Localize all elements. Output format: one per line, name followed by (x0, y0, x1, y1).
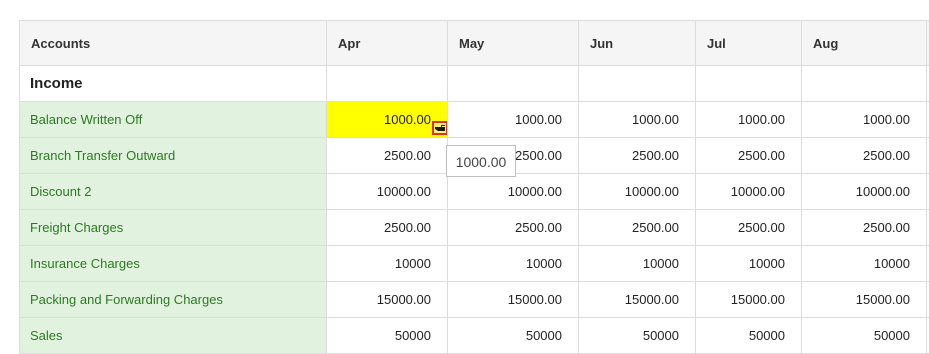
column-header-may[interactable]: May (448, 21, 579, 66)
value-cell[interactable]: 10000 (579, 246, 696, 282)
value-cell[interactable]: 2500.00 (696, 138, 802, 174)
empty-cell (579, 66, 696, 102)
table-row: Insurance Charges 10000 10000 10000 1000… (20, 246, 929, 282)
value-cell[interactable]: 15000.00 (696, 282, 802, 318)
value-cell[interactable]: 10000.00 (327, 174, 448, 210)
value-cell[interactable]: 10000.00 (579, 174, 696, 210)
budget-grid: Accounts Apr May Jun Jul Aug Income Bala… (19, 20, 929, 354)
value-tooltip: 1000.00 (446, 145, 516, 177)
table-row: Balance Written Off 1000.00 1000.00 1000… (20, 102, 929, 138)
value-cell[interactable]: 2500.00 (802, 138, 927, 174)
cell-value: 1000.00 (384, 112, 431, 127)
account-name[interactable]: Packing and Forwarding Charges (20, 282, 327, 318)
value-cell[interactable]: 15000.00 (579, 282, 696, 318)
value-cell[interactable]: 2500.00 (579, 210, 696, 246)
value-cell[interactable]: 2500.00 (327, 138, 448, 174)
pointing-hand-glyph (435, 124, 446, 132)
value-cell[interactable]: 2500.00 (802, 210, 927, 246)
value-cell[interactable]: 50000 (802, 318, 927, 354)
empty-cell (327, 66, 448, 102)
value-cell[interactable]: 1000.00 (696, 102, 802, 138)
column-header-jun[interactable]: Jun (579, 21, 696, 66)
section-label: Income (20, 66, 327, 102)
column-header-apr[interactable]: Apr (327, 21, 448, 66)
account-name[interactable]: Insurance Charges (20, 246, 327, 282)
value-cell[interactable]: 10000.00 (802, 174, 927, 210)
table-row: Sales 50000 50000 50000 50000 50000 (20, 318, 929, 354)
column-header-aug[interactable]: Aug (802, 21, 927, 66)
header-row: Accounts Apr May Jun Jul Aug (20, 21, 929, 66)
account-name[interactable]: Freight Charges (20, 210, 327, 246)
pointing-hand-icon[interactable] (432, 121, 448, 135)
value-cell[interactable]: 10000 (327, 246, 448, 282)
empty-cell (696, 66, 802, 102)
value-cell[interactable]: 10000.00 (448, 174, 579, 210)
value-cell[interactable]: 1000.00 (448, 102, 579, 138)
value-cell[interactable]: 50000 (579, 318, 696, 354)
section-row-income: Income (20, 66, 929, 102)
account-name[interactable]: Branch Transfer Outward (20, 138, 327, 174)
value-cell[interactable]: 15000.00 (327, 282, 448, 318)
value-cell[interactable]: 2500.00 (696, 210, 802, 246)
value-cell[interactable]: 50000 (448, 318, 579, 354)
table-row: Packing and Forwarding Charges 15000.00 … (20, 282, 929, 318)
value-cell[interactable]: 10000 (448, 246, 579, 282)
account-name[interactable]: Sales (20, 318, 327, 354)
value-cell[interactable]: 2500.00 (448, 210, 579, 246)
empty-cell (802, 66, 927, 102)
value-cell-selected[interactable]: 1000.00 (327, 102, 448, 138)
account-name[interactable]: Discount 2 (20, 174, 327, 210)
column-header-jul[interactable]: Jul (696, 21, 802, 66)
value-cell[interactable]: 2500.00 (579, 138, 696, 174)
column-header-accounts[interactable]: Accounts (20, 21, 327, 66)
table-row: Freight Charges 2500.00 2500.00 2500.00 … (20, 210, 929, 246)
value-cell[interactable]: 15000.00 (448, 282, 579, 318)
value-cell[interactable]: 1000.00 (579, 102, 696, 138)
accounts-table: Accounts Apr May Jun Jul Aug Income Bala… (19, 20, 929, 354)
table-row: Discount 2 10000.00 10000.00 10000.00 10… (20, 174, 929, 210)
value-cell[interactable]: 50000 (327, 318, 448, 354)
value-cell[interactable]: 10000 (696, 246, 802, 282)
value-cell[interactable]: 10000.00 (696, 174, 802, 210)
value-cell[interactable]: 50000 (696, 318, 802, 354)
value-cell[interactable]: 2500.00 (327, 210, 448, 246)
value-cell[interactable]: 15000.00 (802, 282, 927, 318)
empty-cell (448, 66, 579, 102)
value-cell[interactable]: 1000.00 (802, 102, 927, 138)
value-cell[interactable]: 10000 (802, 246, 927, 282)
account-name[interactable]: Balance Written Off (20, 102, 327, 138)
